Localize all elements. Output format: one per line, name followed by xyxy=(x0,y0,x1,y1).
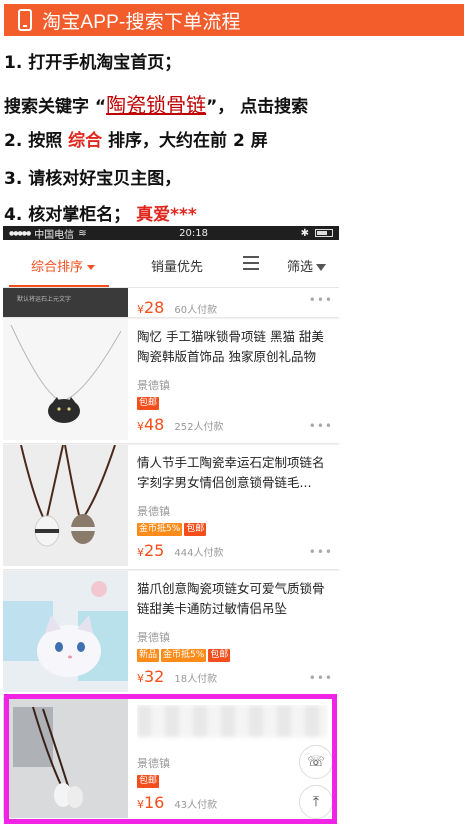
more-icon[interactable]: ••• xyxy=(309,671,333,685)
product-title-blurred xyxy=(137,705,333,745)
shop-name: 景德镇 xyxy=(137,631,170,644)
image-caption: 默认将运石上元文字 xyxy=(17,296,72,303)
currency-symbol: ¥ xyxy=(137,672,144,685)
step-4: 4. 核对掌柜名； 真爱*** xyxy=(4,200,197,225)
product-item[interactable]: 情人节手工陶瓷幸运石定制项链名字刻字男女情侣创意锁骨链毛... 景德镇 金币抵5… xyxy=(3,445,339,570)
step-1: 1. 打开手机淘宝首页； xyxy=(4,53,182,73)
sort-sales-tab[interactable]: 销量优先 xyxy=(151,256,203,275)
paid-count: 252人付款 xyxy=(174,422,224,433)
filter-button[interactable]: 筛选 xyxy=(287,256,327,275)
tag-list: 新品 金币抵5% 包邮 xyxy=(137,649,333,663)
filter-label: 筛选 xyxy=(287,260,314,275)
sort-bar: 综合排序 销量优先 筛选 xyxy=(3,240,339,288)
title-blur-mask xyxy=(137,705,327,737)
page-header: 淘宝APP-搜索下单流程 xyxy=(4,4,464,36)
tag-list: 包邮 xyxy=(137,397,333,411)
signal-icon: ●●●●● xyxy=(9,229,31,237)
price-line: ¥ 48 252人付款 xyxy=(137,415,333,434)
tag-list: 包邮 xyxy=(137,775,333,789)
price: 48 xyxy=(144,415,165,434)
step-3: 3. 请核对好宝贝主图， xyxy=(4,169,182,189)
funnel-icon xyxy=(316,264,327,271)
sort-comprehensive-label: 综合排序 xyxy=(31,260,84,275)
price: 28 xyxy=(144,298,165,317)
product-image xyxy=(3,319,128,440)
paid-count: 43人付款 xyxy=(174,800,218,811)
bluetooth-icon: ✱ xyxy=(300,227,309,239)
step-2: 2. 按照 综合 排序，大约在前 2 屏 xyxy=(4,126,268,151)
more-icon[interactable]: ••• xyxy=(309,419,333,433)
product-title: 情人节手工陶瓷幸运石定制项链名字刻字男女情侣创意锁骨链毛... xyxy=(137,455,325,490)
tag-new: 新品 xyxy=(137,649,160,662)
customer-service-icon[interactable]: ☏ xyxy=(299,745,333,779)
carrier-label: 中国电信 xyxy=(34,229,75,241)
product-image: 默认将运石上元文字 xyxy=(3,288,128,317)
caret-down-icon xyxy=(87,265,96,270)
shop-name: 景德镇 xyxy=(137,505,170,518)
step-1-search-suffix: ”， 点击搜索 xyxy=(206,97,309,117)
step-4-shop-highlight: 真爱*** xyxy=(136,205,197,225)
more-icon[interactable]: ••• xyxy=(309,293,333,307)
page-title: 淘宝APP-搜索下单流程 xyxy=(42,11,241,33)
status-time: 20:18 xyxy=(179,227,208,239)
tag-free-shipping: 包邮 xyxy=(137,397,160,410)
product-item-target[interactable]: 景德镇 包邮 ¥ 16 43人付款 ☏ ⤒ xyxy=(3,697,339,824)
currency-symbol: ¥ xyxy=(137,303,144,316)
product-image xyxy=(3,445,128,566)
product-title: 猫爪创意陶瓷项链女可爱气质锁骨链甜美卡通防过敏情侣吊坠 xyxy=(137,581,325,616)
tag-coin-discount: 金币抵5% xyxy=(161,649,207,662)
sort-comprehensive-tab[interactable]: 综合排序 xyxy=(31,256,96,275)
step-2-prefix: 2. 按照 xyxy=(4,131,69,151)
wifi-icon: ≋ xyxy=(78,227,87,239)
price: 32 xyxy=(144,667,165,686)
tag-free-shipping: 包邮 xyxy=(184,523,207,536)
step-4-prefix: 4. 核对掌柜名； xyxy=(4,205,131,225)
back-to-top-icon[interactable]: ⤒ xyxy=(299,785,333,819)
step-1-search-prefix: 搜索关键字 “ xyxy=(4,97,107,117)
active-tab-underline xyxy=(9,285,109,287)
product-item-partial[interactable]: 默认将运石上元文字 ¥ 28 60人付款 ••• xyxy=(3,288,339,318)
tag-free-shipping: 包邮 xyxy=(137,775,160,788)
price: 16 xyxy=(144,793,165,812)
step-2-sort-highlight: 综合 xyxy=(68,131,103,151)
paid-count: 18人付款 xyxy=(174,674,218,685)
price: 25 xyxy=(144,541,165,560)
search-keyword: 陶瓷锁骨链 xyxy=(106,95,207,117)
step-1-search: 搜索关键字 “陶瓷锁骨链”， 点击搜索 xyxy=(4,89,308,118)
currency-symbol: ¥ xyxy=(137,546,144,559)
more-icon[interactable]: ••• xyxy=(309,545,333,559)
status-bar: ●●●●● 中国电信 ≋ 20:18 ✱ xyxy=(3,226,339,241)
step-2-suffix: 排序，大约在前 2 屏 xyxy=(102,131,268,151)
product-item[interactable]: 猫爪创意陶瓷项链女可爱气质锁骨链甜美卡通防过敏情侣吊坠 景德镇 新品 金币抵5%… xyxy=(3,571,339,696)
product-item[interactable]: 陶忆 手工猫咪锁骨项链 黑猫 甜美陶瓷韩版首饰品 独家原创礼品物 景德镇 包邮 … xyxy=(3,319,339,444)
price-line: ¥ 25 444人付款 xyxy=(137,541,333,560)
currency-symbol: ¥ xyxy=(137,420,144,433)
currency-symbol: ¥ xyxy=(137,798,144,811)
paid-count: 60人付款 xyxy=(174,305,218,316)
phone-screenshot: ●●●●● 中国电信 ≋ 20:18 ✱ 综合排序 销量优先 筛选 默认将运石上… xyxy=(3,226,339,824)
list-view-icon[interactable] xyxy=(243,256,259,270)
tag-list: 金币抵5% 包邮 xyxy=(137,523,333,537)
product-image xyxy=(3,697,128,818)
tag-coin-discount: 金币抵5% xyxy=(137,523,183,536)
shop-name: 景德镇 xyxy=(137,379,170,392)
product-image xyxy=(3,571,128,692)
phone-icon xyxy=(18,9,32,31)
paid-count: 444人付款 xyxy=(174,548,224,559)
price-line: ¥ 28 60人付款 xyxy=(137,298,217,317)
product-title: 陶忆 手工猫咪锁骨项链 黑猫 甜美陶瓷韩版首饰品 独家原创礼品物 xyxy=(137,329,324,364)
battery-icon xyxy=(314,229,333,237)
tag-free-shipping: 包邮 xyxy=(208,649,231,662)
price-line: ¥ 32 18人付款 xyxy=(137,667,333,686)
